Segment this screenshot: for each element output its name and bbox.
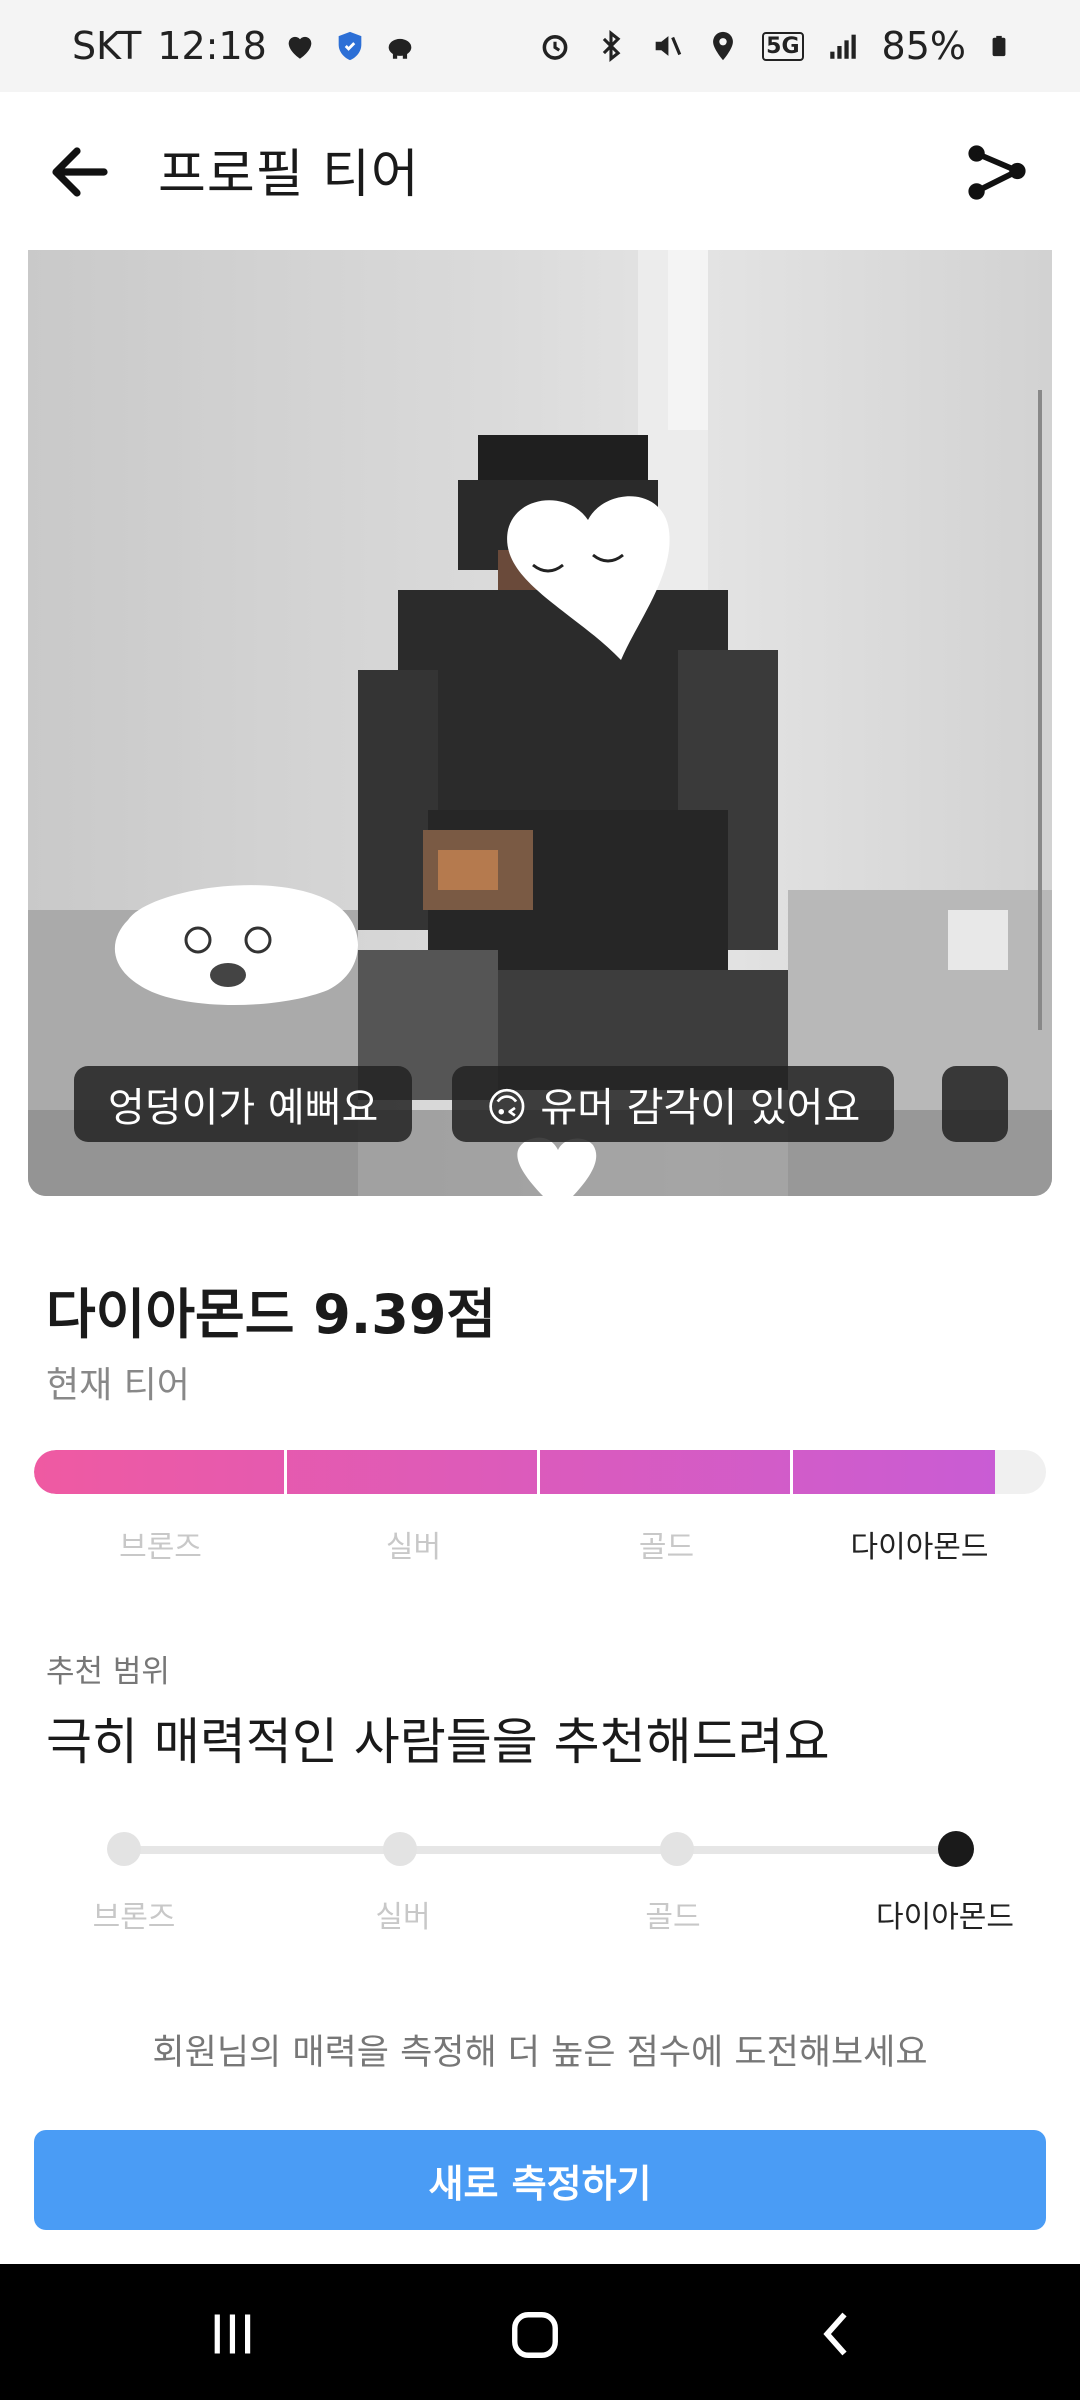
shield-icon <box>338 31 362 61</box>
clock: 12:18 <box>157 24 267 68</box>
profile-photo <box>28 250 1052 1196</box>
battery-icon <box>992 35 1006 57</box>
system-nav-bar <box>0 2264 1080 2400</box>
new-measure-button[interactable]: 새로 측정하기 <box>34 2130 1046 2230</box>
carrier-label: SKT <box>72 24 142 68</box>
range-label-bronze: 브론즈 <box>92 1900 176 1935</box>
alarm-icon <box>542 35 568 60</box>
page-title: 프로필 티어 <box>158 145 420 205</box>
home-icon[interactable] <box>508 2308 562 2362</box>
tier-divider <box>537 1450 540 1494</box>
tier-divider <box>284 1450 287 1494</box>
app-bar: 프로필 티어 <box>0 92 1080 250</box>
trait-chip-1[interactable]: 엉덩이가 예뻐요 <box>74 1066 413 1142</box>
heart-icon <box>288 36 312 59</box>
range-dot-silver[interactable] <box>383 1832 417 1866</box>
recommend-range-text: 극히 매력적인 사람들을 추천해드려요 <box>46 1713 830 1771</box>
status-right: 5G 85% <box>538 24 1010 68</box>
range-dot-diamond[interactable] <box>938 1831 974 1867</box>
recent-apps-icon[interactable] <box>206 2308 258 2360</box>
range-label-gold: 골드 <box>645 1900 701 1935</box>
tier-score: 다이아몬드 9.39점 <box>46 1283 497 1346</box>
tier-progress-bar <box>34 1450 1046 1494</box>
location-icon <box>713 31 734 61</box>
trait-chip-3[interactable] <box>942 1066 1008 1142</box>
range-label-silver: 실버 <box>375 1900 431 1935</box>
battery-percent: 85% <box>881 24 966 68</box>
bluetooth-icon <box>602 30 621 62</box>
tier-divider <box>790 1450 793 1494</box>
recommend-range-label: 추천 범위 <box>46 1654 170 1690</box>
range-track <box>124 1846 956 1854</box>
network-label: 5G <box>762 31 804 61</box>
range-dot-gold[interactable] <box>660 1832 694 1866</box>
arrow-left-icon[interactable] <box>44 136 116 208</box>
current-tier-label: 현재 티어 <box>46 1365 190 1406</box>
pixelated-photo <box>28 250 1052 1196</box>
tier-label-diamond: 다이아몬드 <box>850 1530 989 1565</box>
range-dot-bronze[interactable] <box>107 1832 141 1866</box>
mute-icon <box>655 36 682 56</box>
piggy-bank-icon <box>388 38 412 59</box>
tier-label-bronze: 브론즈 <box>119 1530 202 1565</box>
signal-icon <box>829 34 856 59</box>
range-label-diamond: 다이아몬드 <box>876 1900 1014 1935</box>
status-bar: SKT 12:18 5G 85% <box>0 0 1080 92</box>
tier-label-gold: 골드 <box>638 1530 695 1565</box>
tier-progress-fill <box>34 1450 996 1494</box>
share-icon[interactable] <box>962 136 1032 206</box>
status-left: SKT 12:18 <box>72 24 417 68</box>
back-nav-icon[interactable] <box>812 2308 864 2360</box>
trait-chip-2[interactable]: 🙃 유머 감각이 있어요 <box>452 1066 895 1142</box>
measure-prompt: 회원님의 매력을 측정해 더 높은 점수에 도전해보세요 <box>152 2033 928 2073</box>
tier-label-silver: 실버 <box>385 1530 442 1565</box>
